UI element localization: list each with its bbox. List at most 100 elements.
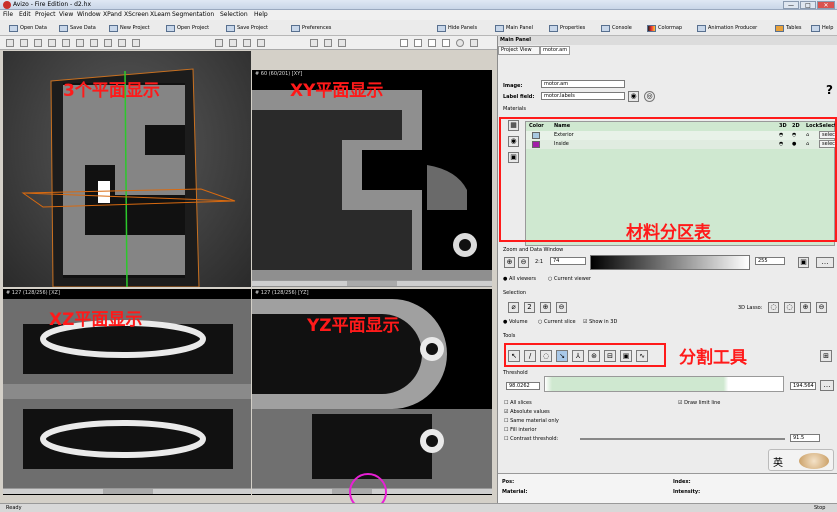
current-viewer-radio[interactable]: ○ Current viewer [548, 276, 591, 282]
threshold-max-field[interactable]: 194.564 [790, 382, 816, 390]
menu-xpand[interactable]: XPand [103, 11, 122, 18]
menu-help[interactable]: Help [254, 11, 268, 18]
settings-icon[interactable]: ◎ [644, 91, 655, 102]
menu-selection[interactable]: Selection [220, 11, 248, 18]
zoom-icon[interactable] [48, 39, 56, 47]
menu-view[interactable]: View [59, 11, 73, 18]
preferences-button[interactable]: Preferences [290, 23, 331, 34]
contrast-value-field[interactable]: 91.5 [790, 434, 820, 442]
zoom-in-icon[interactable]: ⊕ [504, 257, 515, 268]
seek-icon[interactable] [76, 39, 84, 47]
help-button[interactable]: Help [810, 23, 833, 34]
xz-scroll-thumb[interactable] [103, 489, 153, 494]
threshold-min-field[interactable]: 98.0262 [506, 382, 540, 390]
contrast-checkbox[interactable]: ☐ Contrast threshold: [504, 436, 558, 442]
layout-2-icon[interactable] [414, 39, 422, 47]
view-y-icon[interactable] [229, 39, 237, 47]
view-all-icon[interactable] [118, 39, 126, 47]
home-icon[interactable] [90, 39, 98, 47]
measure-icon[interactable] [310, 39, 318, 47]
console-button[interactable]: Console [600, 23, 632, 34]
help-icon-panel[interactable]: ? [826, 83, 833, 97]
hide-panels-button[interactable]: Hide Panels [436, 23, 477, 34]
grid-tool-icon[interactable]: ⊞ [820, 350, 832, 362]
menu-xscreen[interactable]: XScreen [124, 11, 149, 18]
menu-xleam[interactable]: XLeam [150, 11, 171, 18]
menu-project[interactable]: Project [35, 11, 56, 18]
layout-4-icon[interactable] [442, 39, 450, 47]
translate-icon[interactable] [34, 39, 42, 47]
label-field-select[interactable]: motor.labels [541, 92, 625, 100]
volume-radio[interactable]: ● Volume [503, 319, 528, 325]
viewer-3d[interactable]: 3个平面显示 [3, 51, 251, 287]
snapshot-icon[interactable] [338, 39, 346, 47]
show-icon[interactable]: ◉ [628, 91, 639, 102]
menu-file[interactable]: File [3, 11, 13, 18]
histogram[interactable] [590, 255, 750, 270]
interact-icon[interactable] [20, 39, 28, 47]
set-home-icon[interactable] [104, 39, 112, 47]
lasso-4-icon[interactable]: ⊖ [816, 302, 827, 313]
xz-scrollbar[interactable] [3, 488, 251, 494]
viewer-xz[interactable]: # 127 (128/256) [XZ] XZ平面显示 [3, 289, 251, 495]
open-project-button[interactable]: Open Project [165, 23, 209, 34]
lasso-2-icon[interactable]: ◌ [784, 302, 795, 313]
maximize-button[interactable]: □ [800, 1, 816, 9]
close-button[interactable]: ✕ [817, 1, 835, 9]
contrast-slider[interactable] [580, 438, 785, 440]
animation-producer-button[interactable]: Animation Producer [696, 23, 757, 34]
auto-range-icon[interactable]: ▣ [798, 257, 809, 268]
lasso-1-icon[interactable]: ◌ [768, 302, 779, 313]
view-x-icon[interactable] [215, 39, 223, 47]
menu-window[interactable]: Window [77, 11, 101, 18]
draw-limit-checkbox[interactable]: ☑ Draw limit line [678, 400, 720, 406]
absolute-checkbox[interactable]: ☑ Absolute values [504, 409, 550, 415]
remove-selection-icon[interactable]: ⊖ [556, 302, 567, 313]
fill-interior-checkbox[interactable]: ☐ Fill interior [504, 427, 537, 433]
pointer-icon[interactable] [6, 39, 14, 47]
circle-view-icon[interactable] [456, 39, 464, 47]
mask-icon[interactable] [470, 39, 478, 47]
colormap-button[interactable]: Colormap [646, 23, 682, 34]
layout-1-icon[interactable] [400, 39, 408, 47]
save-project-button[interactable]: Save Project [225, 23, 268, 34]
clear-icon[interactable]: ⌀ [508, 302, 519, 313]
rotate-icon[interactable] [62, 39, 70, 47]
stop-button[interactable]: Stop [814, 505, 825, 511]
add-selection-icon[interactable]: ⊕ [540, 302, 551, 313]
xy-scroll-thumb[interactable] [347, 281, 397, 286]
min-value-field[interactable]: 74 [550, 257, 586, 265]
camera-icon[interactable] [132, 39, 140, 47]
threshold-options-icon[interactable]: … [820, 380, 834, 391]
tables-button[interactable]: Tables [774, 23, 802, 34]
tab-motor-am[interactable]: motor.am [540, 46, 570, 55]
image-select[interactable]: motor.am [541, 80, 625, 88]
xy-scrollbar[interactable] [252, 280, 492, 286]
main-panel-button[interactable]: Main Panel [494, 23, 533, 34]
viewer-yz[interactable]: # 127 (128/256) [YZ] YZ平面显示 [252, 289, 492, 495]
show-3d-checkbox[interactable]: ☑ Show in 3D [583, 319, 617, 325]
select-2-icon[interactable]: 2 [524, 302, 535, 313]
link-icon[interactable] [324, 39, 332, 47]
new-project-button[interactable]: New Project [108, 23, 150, 34]
threshold-histogram[interactable] [544, 376, 784, 392]
same-material-checkbox[interactable]: ☐ Same material only [504, 418, 559, 424]
max-value-field[interactable]: 255 [755, 257, 785, 265]
save-data-button[interactable]: Save Data [58, 23, 96, 34]
perspective-icon[interactable] [257, 39, 265, 47]
lasso-3-icon[interactable]: ⊕ [800, 302, 811, 313]
view-z-icon[interactable] [243, 39, 251, 47]
current-slice-radio[interactable]: ○ Current slice [538, 319, 576, 325]
menu-segmentation[interactable]: Segmentation [172, 11, 214, 18]
all-slices-checkbox[interactable]: ☐ All slices [504, 400, 532, 406]
more-options-icon[interactable]: … [816, 257, 834, 268]
open-data-button[interactable]: Open Data [8, 23, 47, 34]
ime-widget[interactable]: 英 [768, 449, 834, 471]
minimize-button[interactable]: — [783, 1, 799, 9]
all-viewers-radio[interactable]: ● All viewers [503, 276, 536, 282]
properties-button[interactable]: Properties [548, 23, 585, 34]
layout-3-icon[interactable] [428, 39, 436, 47]
tab-project-view[interactable]: Project View [498, 46, 540, 55]
viewer-xy[interactable]: # 60 (60/201) [XY] XY平面显示 [252, 70, 492, 287]
menu-edit[interactable]: Edit [19, 11, 31, 18]
